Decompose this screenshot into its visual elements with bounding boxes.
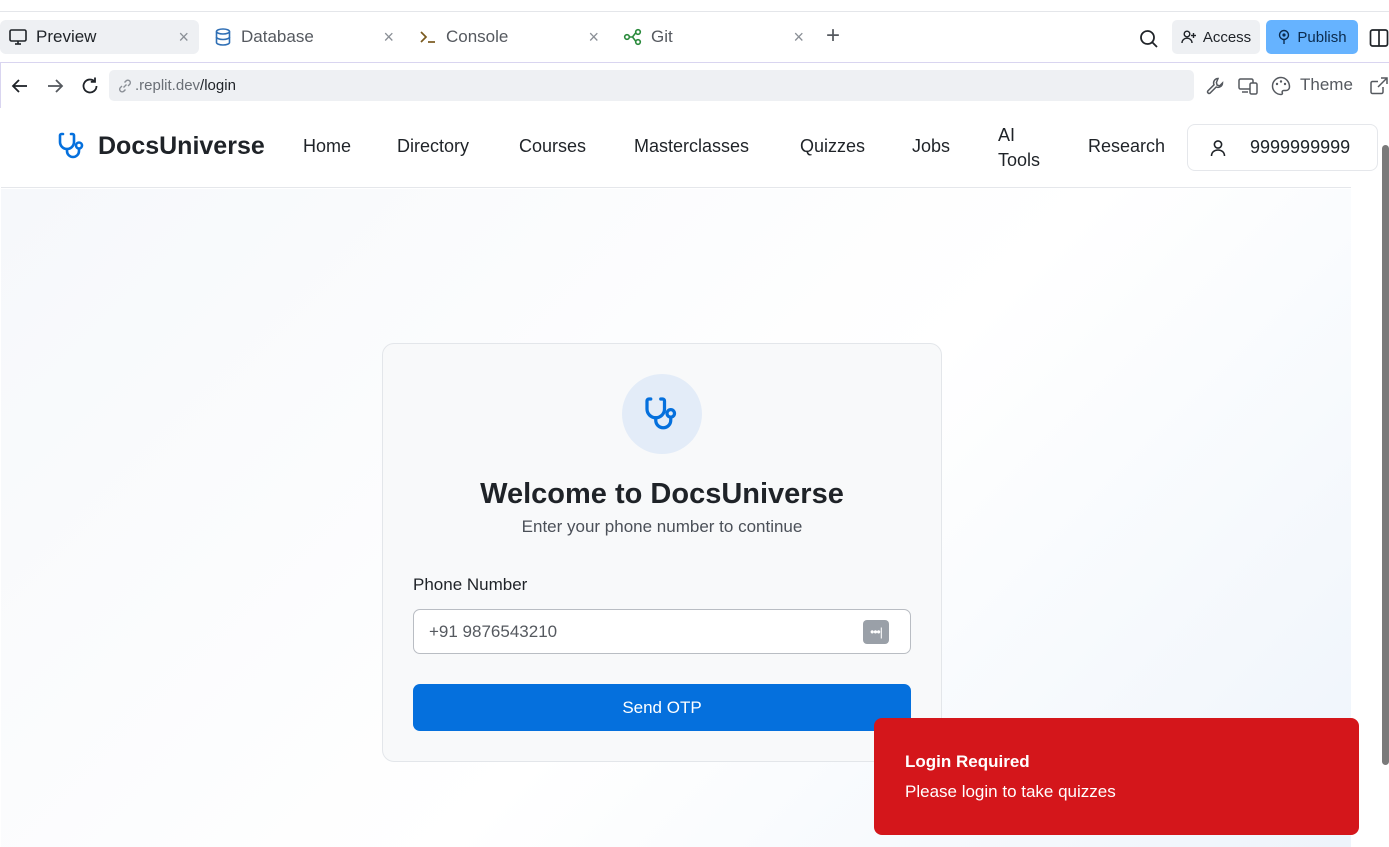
phone-number-input[interactable] bbox=[413, 609, 911, 654]
nav-masterclasses[interactable]: Masterclasses bbox=[634, 136, 749, 157]
theme-label[interactable]: Theme bbox=[1300, 75, 1353, 95]
tab-label: Git bbox=[651, 27, 673, 46]
tab-console[interactable]: Console × bbox=[410, 20, 609, 54]
forward-arrow-icon[interactable] bbox=[44, 75, 66, 97]
login-subtitle: Enter your phone number to continue bbox=[521, 517, 803, 536]
nav-ai-tools[interactable]: AI Tools bbox=[998, 123, 1040, 173]
user-account-button[interactable]: 9999999999 bbox=[1187, 124, 1378, 171]
publish-icon bbox=[1277, 29, 1291, 45]
window-top-border bbox=[0, 0, 1389, 12]
url-domain: .replit.dev bbox=[135, 77, 201, 94]
devices-icon[interactable] bbox=[1237, 75, 1259, 97]
tab-git[interactable]: Git × bbox=[615, 20, 814, 54]
stethoscope-icon bbox=[642, 394, 682, 434]
database-icon bbox=[213, 27, 233, 47]
close-icon[interactable]: × bbox=[793, 27, 804, 48]
access-label: Access bbox=[1202, 28, 1252, 46]
terminal-icon bbox=[418, 27, 438, 47]
nav-research[interactable]: Research bbox=[1088, 136, 1165, 157]
login-required-toast[interactable]: Login Required Please login to take quiz… bbox=[874, 718, 1359, 835]
tab-preview[interactable]: Preview × bbox=[0, 20, 199, 54]
stethoscope-icon bbox=[56, 130, 88, 162]
close-icon[interactable]: × bbox=[383, 27, 394, 48]
login-logo-badge bbox=[622, 374, 702, 454]
tab-database[interactable]: Database × bbox=[205, 20, 404, 54]
close-icon[interactable]: × bbox=[178, 27, 189, 48]
user-icon bbox=[1208, 138, 1228, 158]
publish-button[interactable]: Publish bbox=[1266, 20, 1358, 54]
publish-label: Publish bbox=[1297, 28, 1347, 46]
brand-name: DocsUniverse bbox=[98, 131, 265, 160]
preview-url-bar: .replit.dev/login Theme bbox=[0, 62, 1389, 108]
url-field[interactable]: .replit.dev/login bbox=[109, 70, 1194, 101]
reload-icon[interactable] bbox=[79, 75, 101, 97]
url-path: /login bbox=[200, 77, 236, 94]
login-card: Welcome to DocsUniverse Enter your phone… bbox=[382, 343, 942, 762]
site-header: DocsUniverse Home Directory Courses Mast… bbox=[1, 108, 1378, 188]
monitor-icon bbox=[8, 27, 28, 47]
nav-ai-tools-line1: AI bbox=[998, 125, 1016, 145]
nav-courses[interactable]: Courses bbox=[519, 136, 586, 157]
login-title: Welcome to DocsUniverse bbox=[480, 478, 844, 510]
phone-number-label: Phone Number bbox=[413, 575, 528, 594]
back-arrow-icon[interactable] bbox=[9, 75, 31, 97]
wrench-icon[interactable] bbox=[1204, 75, 1226, 97]
link-icon bbox=[117, 78, 133, 94]
git-icon bbox=[623, 27, 643, 47]
split-layout-icon[interactable] bbox=[1369, 27, 1389, 49]
palette-icon[interactable] bbox=[1270, 75, 1292, 97]
nav-ai-tools-line2: Tools bbox=[998, 150, 1041, 170]
tab-label: Console bbox=[446, 27, 509, 46]
open-external-icon[interactable] bbox=[1368, 75, 1389, 97]
new-tab-plus-icon[interactable]: + bbox=[826, 24, 840, 48]
scrollbar-thumb[interactable] bbox=[1382, 145, 1389, 765]
access-button[interactable]: Access bbox=[1172, 20, 1260, 54]
toast-message: Please login to take quizzes bbox=[905, 782, 1116, 801]
user-phone-label: 9999999999 bbox=[1250, 137, 1351, 157]
tab-label: Preview bbox=[36, 27, 97, 46]
workspace-tab-bar: Preview × Database × Console × Git × + A… bbox=[0, 12, 1389, 62]
nav-quizzes[interactable]: Quizzes bbox=[800, 136, 865, 157]
nav-jobs[interactable]: Jobs bbox=[912, 136, 950, 157]
search-icon[interactable] bbox=[1137, 27, 1161, 51]
password-manager-icon[interactable]: •••| bbox=[863, 620, 889, 644]
nav-directory[interactable]: Directory bbox=[397, 136, 469, 157]
brand-logo-link[interactable]: DocsUniverse bbox=[56, 130, 265, 162]
add-user-icon bbox=[1181, 29, 1197, 45]
close-icon[interactable]: × bbox=[588, 27, 599, 48]
toast-title: Login Required bbox=[905, 752, 1030, 771]
send-otp-button[interactable]: Send OTP bbox=[413, 684, 911, 731]
nav-home[interactable]: Home bbox=[303, 136, 351, 157]
tab-label: Database bbox=[241, 27, 314, 46]
